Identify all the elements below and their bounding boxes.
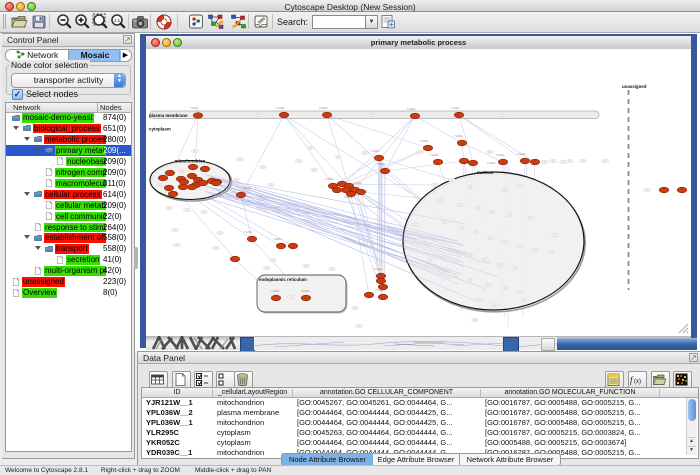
svg-text:1:1: 1:1 xyxy=(114,18,121,23)
svg-text:Yxx00x: Yxx00x xyxy=(353,181,362,185)
svg-text:endoplasmic reticulum: endoplasmic reticulum xyxy=(259,277,307,282)
svg-text:cytoplasm: cytoplasm xyxy=(149,127,171,132)
svg-text:Yxx00x: Yxx00x xyxy=(451,106,460,110)
svg-text:Yxx00x: Yxx00x xyxy=(243,186,252,190)
svg-text:nucleus: nucleus xyxy=(477,170,494,175)
svg-text:Yxx00x: Yxx00x xyxy=(517,152,526,156)
svg-text:Yxx00x: Yxx00x xyxy=(430,153,439,157)
svg-text:Yxx00x: Yxx00x xyxy=(301,289,310,293)
svg-text:Yxx00x: Yxx00x xyxy=(344,195,353,199)
svg-text:Yxx00x: Yxx00x xyxy=(276,106,285,110)
svg-text:Yxx00x: Yxx00x xyxy=(496,153,505,157)
svg-text:plasma membrane: plasma membrane xyxy=(149,113,188,118)
svg-text:Yxx00x: Yxx00x xyxy=(373,267,382,271)
svg-text:Yxx00x: Yxx00x xyxy=(487,161,496,165)
svg-text:Yxx00x: Yxx00x xyxy=(273,237,282,241)
svg-text:(x): (x) xyxy=(634,379,641,385)
svg-text:Yxx00x: Yxx00x xyxy=(375,288,384,292)
svg-text:Yxx00x: Yxx00x xyxy=(325,177,334,181)
svg-text:Yxx00x: Yxx00x xyxy=(271,289,280,293)
svg-text:Yxx00x: Yxx00x xyxy=(420,139,429,143)
svg-text:Yxx00x: Yxx00x xyxy=(190,106,199,110)
svg-text:unassigned: unassigned xyxy=(622,84,647,89)
svg-text:mitochondrion: mitochondrion xyxy=(175,159,206,164)
svg-text:Yxx00x: Yxx00x xyxy=(319,106,328,110)
svg-text:Yxx00x: Yxx00x xyxy=(454,134,463,138)
svg-text:Yxx00x: Yxx00x xyxy=(244,230,253,234)
svg-text:Yxx00x: Yxx00x xyxy=(531,160,540,164)
svg-text:Yxx00x: Yxx00x xyxy=(377,162,386,166)
svg-text:Yxx00x: Yxx00x xyxy=(407,107,416,111)
svg-text:Yxx00x: Yxx00x xyxy=(371,149,380,153)
